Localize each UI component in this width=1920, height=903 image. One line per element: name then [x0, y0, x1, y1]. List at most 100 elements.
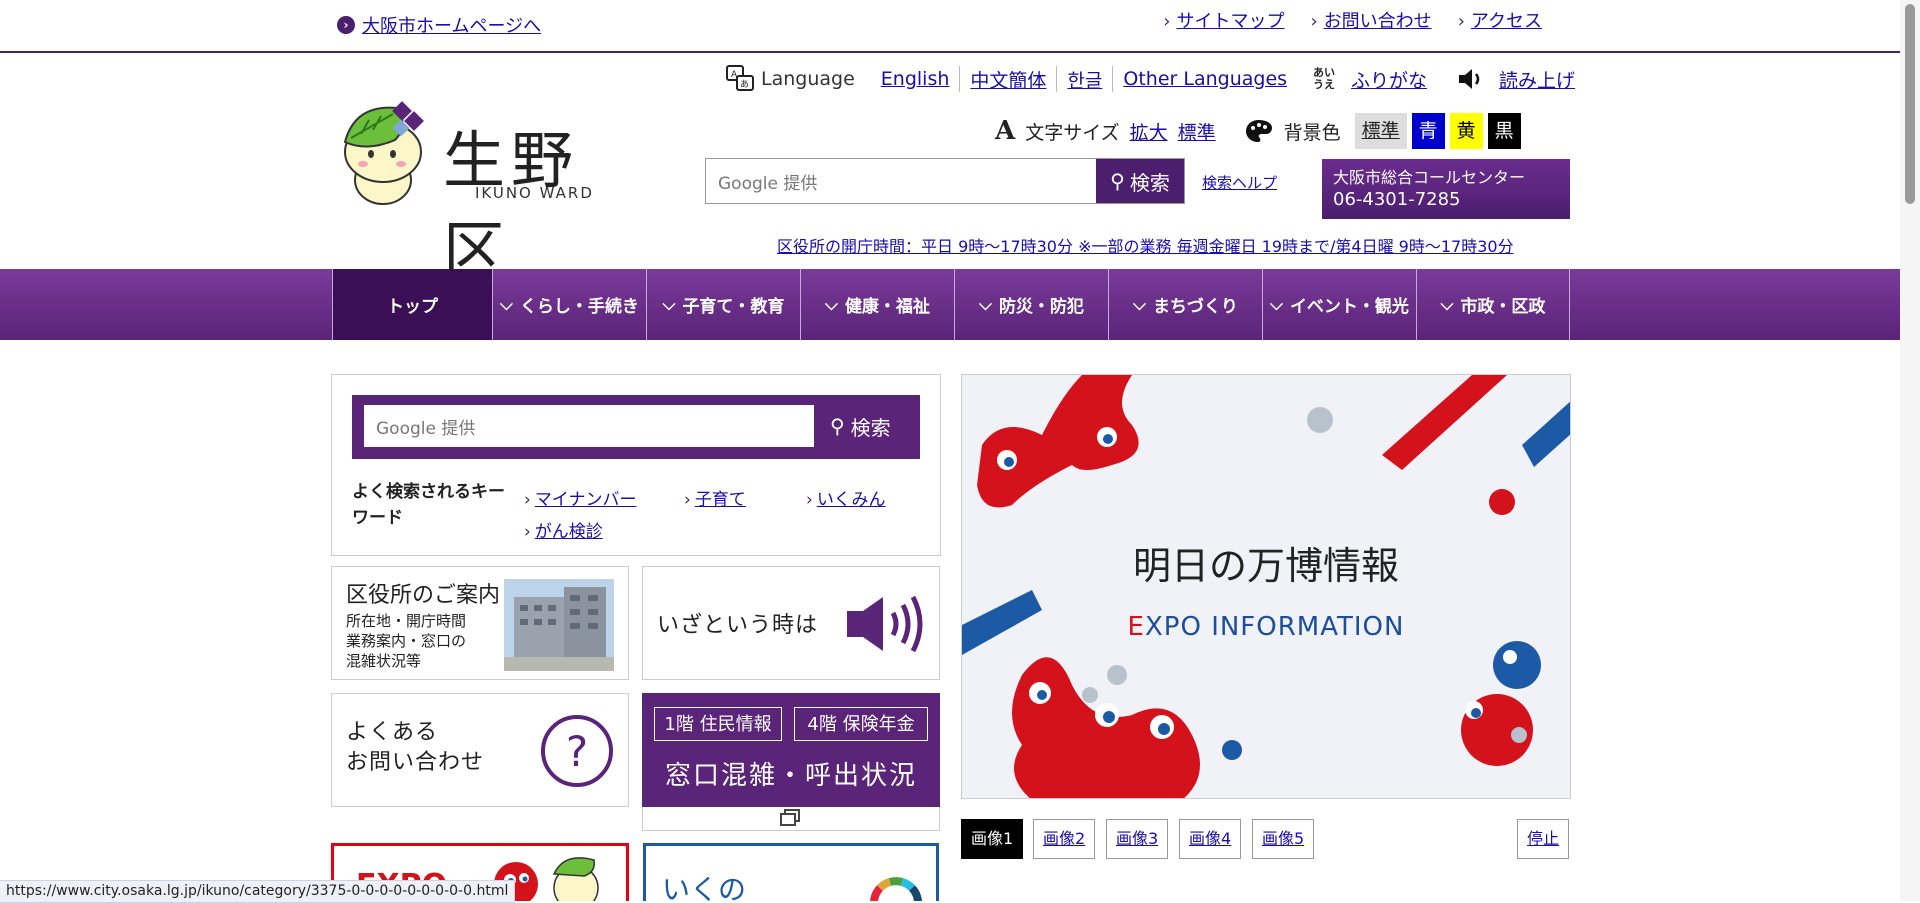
bg-color-options: 標準 青 黄 黒: [1354, 113, 1521, 149]
sdgs-wheel-icon: [870, 877, 922, 901]
main-search-button[interactable]: ⚲ 検索: [830, 405, 912, 447]
nav-top[interactable]: トップ: [332, 269, 492, 340]
slide-title: 明日の万博情報: [1132, 544, 1399, 588]
chevron-down-icon: ⌵: [662, 294, 676, 315]
bg-black-button[interactable]: 黒: [1487, 113, 1521, 149]
chevron-down-icon: ⌵: [1133, 294, 1146, 315]
slide-stop-button[interactable]: 停止: [1517, 819, 1570, 859]
sitemap-link[interactable]: › サイトマップ: [1163, 7, 1284, 33]
floor4-badge: 4階 保険年金: [794, 707, 928, 741]
access-link[interactable]: › アクセス: [1458, 7, 1542, 33]
ikuno-sdgs-banner[interactable]: いくの: [643, 843, 939, 901]
utility-links: › サイトマップ › お問い合わせ › アクセス: [1163, 7, 1542, 33]
slide-button-1[interactable]: 画像1: [961, 819, 1024, 859]
main-search-input[interactable]: Google 提供: [364, 405, 814, 447]
translate-icon: A あ: [726, 65, 754, 91]
chevron-right-icon: ›: [1310, 11, 1318, 32]
chevron-down-icon: ⌵: [1440, 294, 1454, 315]
call-center-box[interactable]: 大阪市総合コールセンター 06-4301-7285: [1322, 159, 1570, 219]
slide-button-5[interactable]: 画像5: [1252, 819, 1315, 859]
svg-text:?: ?: [566, 727, 588, 776]
speaker-icon: [1459, 69, 1480, 89]
nav-government[interactable]: ⌵ 市政・区政: [1416, 269, 1570, 340]
external-window-icon: [780, 809, 800, 826]
lang-korean[interactable]: 한글: [1067, 66, 1102, 93]
language-bar: A あ Language English 中文簡体 한글 Other Langu…: [725, 64, 1575, 94]
keyword-childcare[interactable]: › 子育て: [684, 485, 746, 510]
window-status-tile[interactable]: 1階 住民情報 4階 保険年金 窓口混雑・呼出状況: [642, 693, 940, 807]
chevron-right-icon: ›: [1457, 11, 1465, 32]
nav-events[interactable]: ⌵ イベント・観光: [1262, 269, 1416, 340]
emergency-tile[interactable]: いざという時は: [642, 566, 940, 680]
slide-subtitle: EXPO INFORMATION: [1127, 612, 1405, 642]
ikuno-ward-logo[interactable]: 生野区 IKUNO WARD: [335, 100, 635, 287]
font-enlarge-button[interactable]: 拡大: [1130, 118, 1168, 145]
header-search-input[interactable]: Google 提供: [706, 159, 1096, 203]
vertical-scrollbar[interactable]: [1900, 0, 1920, 901]
nav-safety[interactable]: ⌵ 防災・防犯: [954, 269, 1108, 340]
call-center-phone: 06-4301-7285: [1333, 189, 1461, 210]
read-aloud-link[interactable]: 読み上げ: [1499, 66, 1575, 93]
header-search-button[interactable]: ⚲ 検索: [1096, 159, 1184, 203]
chevron-right-icon: ›: [684, 490, 691, 510]
slide-button-2[interactable]: 画像2: [1033, 819, 1096, 859]
language-label: Language: [761, 68, 855, 90]
office-guide-title: 区役所のご案内: [346, 583, 501, 608]
search-icon: ⚲: [830, 414, 845, 438]
osaka-home-link[interactable]: › 大阪市ホームページへ: [337, 12, 541, 38]
contact-link[interactable]: › お問い合わせ: [1310, 7, 1431, 33]
scrollbar-thumb[interactable]: [1905, 4, 1915, 204]
bg-color-label: 背景色: [1283, 121, 1341, 144]
chevron-down-icon: ⌵: [1270, 294, 1283, 315]
chevron-down-icon: ⌵: [979, 294, 992, 315]
expo-slide[interactable]: 明日の万博情報 EXPO INFORMATION: [961, 374, 1571, 799]
bg-yellow-button[interactable]: 黄: [1449, 113, 1483, 149]
furigana-icon: あいうえ: [1313, 66, 1336, 91]
chevron-down-icon: ⌵: [825, 294, 838, 315]
chevron-right-icon: ›: [524, 522, 531, 542]
chevron-down-icon: ⌵: [500, 294, 513, 315]
search-icon: ⚲: [1110, 169, 1125, 193]
nav-health[interactable]: ⌵ 健康・福祉: [800, 269, 954, 340]
lang-chinese[interactable]: 中文簡体: [970, 66, 1046, 93]
keyword-mynumber[interactable]: › マイナンバー: [524, 485, 636, 510]
nav-town[interactable]: ⌵ まちづくり: [1108, 269, 1262, 340]
display-settings: A 文字サイズ 拡大 標準 背景色 標準 青 黄 黒: [995, 113, 1521, 149]
window-status-footer: [642, 807, 940, 831]
global-nav: トップ ⌵ くらし・手続き ⌵ 子育て・教育 ⌵ 健康・福祉 ⌵ 防災・防犯 ⌵ まちづく…: [0, 269, 1900, 340]
lang-other[interactable]: Other Languages: [1123, 68, 1287, 90]
bg-blue-button[interactable]: 青: [1411, 113, 1445, 149]
bg-standard-button[interactable]: 標準: [1354, 113, 1407, 149]
office-building-photo: [504, 579, 614, 671]
font-size-label: 文字サイズ: [1025, 121, 1120, 144]
font-standard-button[interactable]: 標準: [1178, 118, 1216, 145]
chevron-right-icon: ›: [524, 490, 531, 510]
question-icon: ?: [541, 715, 613, 787]
logo-subtitle: IKUNO WARD: [475, 184, 594, 202]
furigana-link[interactable]: ふりがな: [1351, 66, 1427, 93]
keyword-ikumin[interactable]: › いくみん: [806, 485, 886, 510]
svg-text:あ: あ: [740, 79, 749, 90]
keywords-label: よく検索されるキーワード: [352, 482, 505, 528]
nav-living[interactable]: ⌵ くらし・手続き: [492, 269, 646, 340]
megaphone-icon: [847, 595, 923, 653]
chevron-right-icon: ›: [337, 16, 355, 34]
search-help-link[interactable]: 検索ヘルプ: [1202, 172, 1277, 193]
emergency-title: いざという時は: [657, 613, 819, 638]
floor1-badge: 1階 住民情報: [654, 707, 782, 741]
window-status-title: 窓口混雑・呼出状況: [664, 761, 917, 791]
slide-button-3[interactable]: 画像3: [1106, 819, 1169, 859]
font-size-icon: A: [995, 116, 1016, 146]
slide-button-4[interactable]: 画像4: [1179, 819, 1242, 859]
keyword-cancer-screening[interactable]: › がん検診: [524, 517, 603, 542]
chevron-right-icon: ›: [806, 490, 813, 510]
main-search-bar: Google 提供 ⚲ 検索: [352, 395, 920, 459]
osaka-home-link-label[interactable]: 大阪市ホームページへ: [362, 12, 541, 38]
office-guide-tile[interactable]: 区役所のご案内 所在地・開庁時間 業務案内・窓口の 混雑状況等: [331, 566, 629, 680]
header-search: Google 提供 ⚲ 検索: [705, 158, 1185, 204]
search-card: Google 提供 ⚲ 検索 よく検索されるキーワード › マイナンバー › 子育て…: [331, 374, 941, 556]
nav-childcare[interactable]: ⌵ 子育て・教育: [646, 269, 800, 340]
office-hours-link[interactable]: 区役所の開庁時間：平日 9時～17時30分 ※一部の業務 毎週金曜日 19時まで…: [777, 233, 1514, 257]
faq-tile[interactable]: よくある お問い合わせ ?: [331, 693, 629, 807]
lang-english[interactable]: English: [881, 68, 950, 90]
